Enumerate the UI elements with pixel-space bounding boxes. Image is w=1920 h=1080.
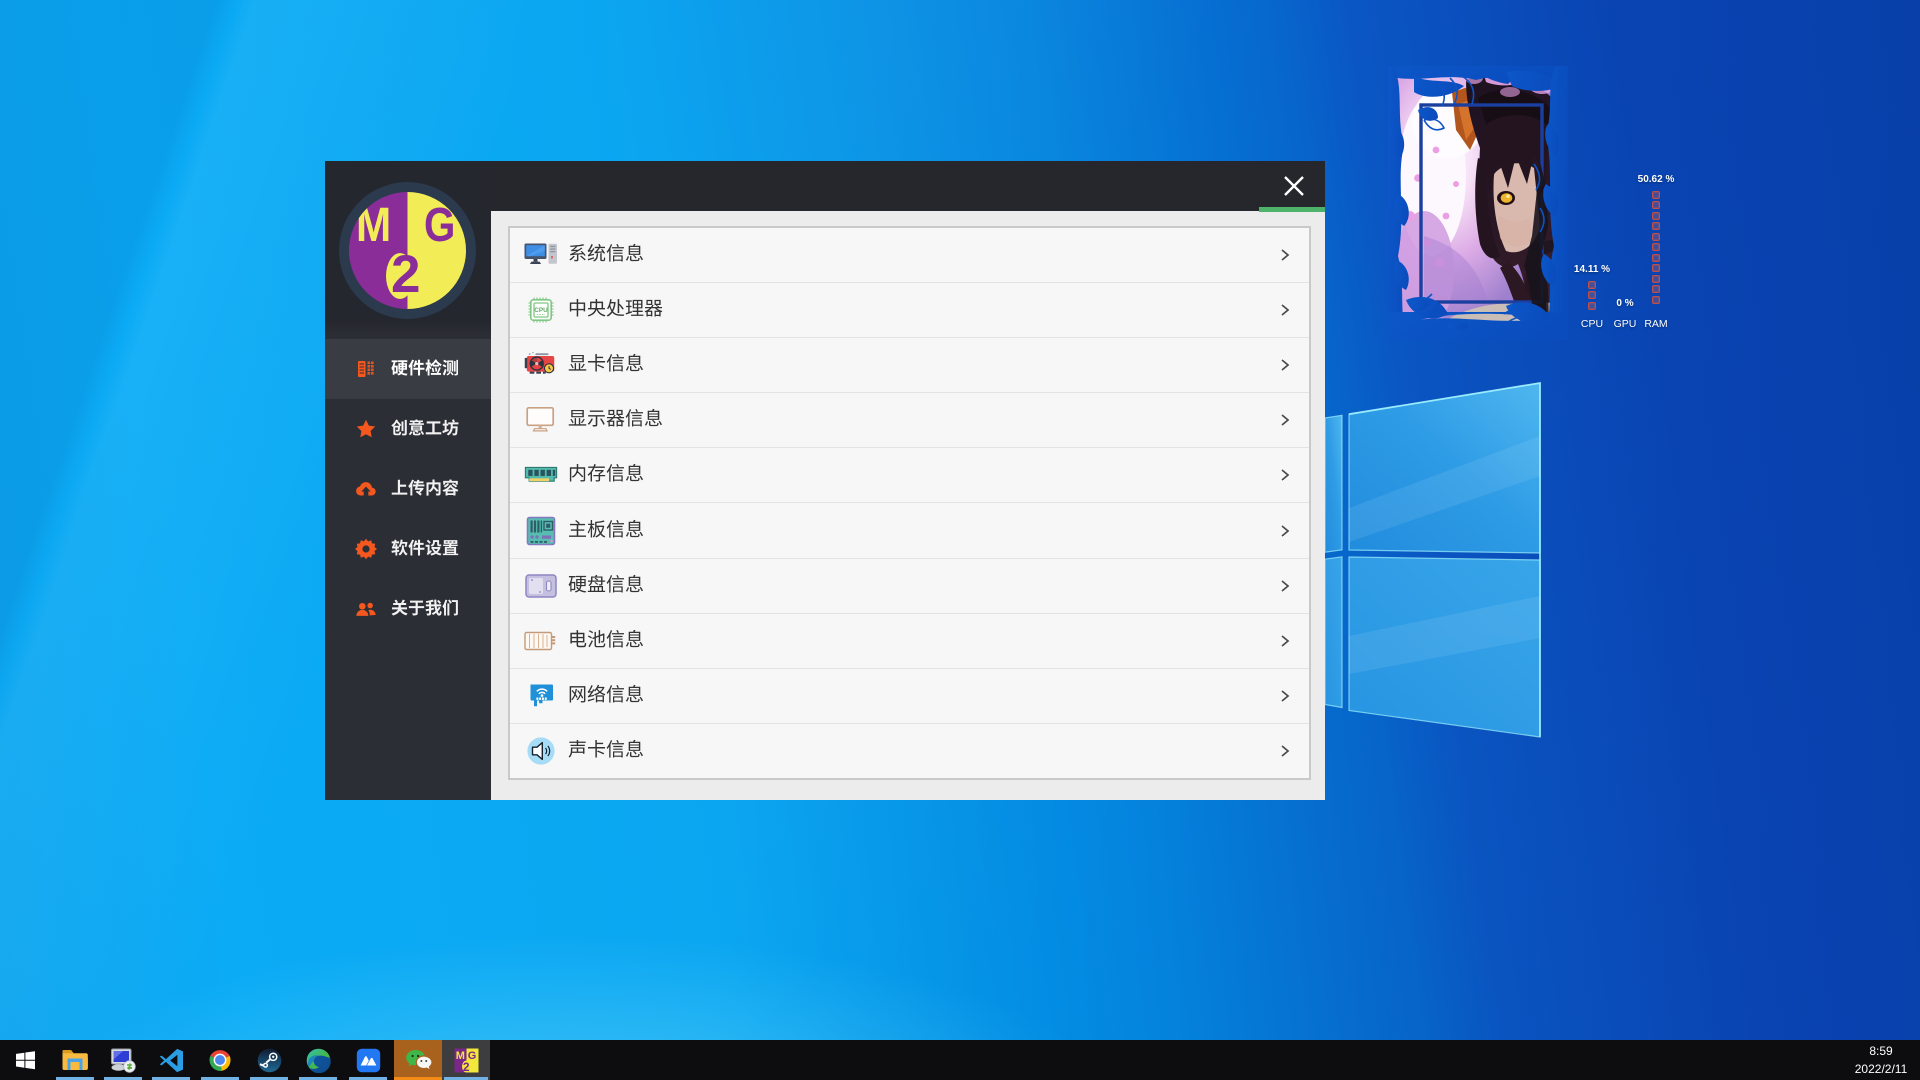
svg-text:2: 2 [462,1059,469,1072]
svg-text:CPU: CPU [534,307,548,314]
